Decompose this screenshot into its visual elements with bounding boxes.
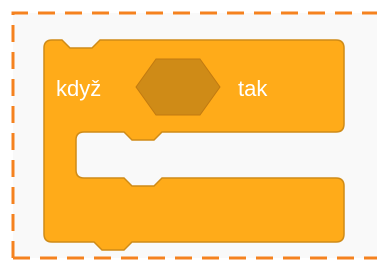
then-label: tak xyxy=(238,76,268,101)
if-label: když xyxy=(56,76,102,101)
script-canvas: když tak xyxy=(0,0,377,271)
if-then-block[interactable] xyxy=(0,0,377,271)
